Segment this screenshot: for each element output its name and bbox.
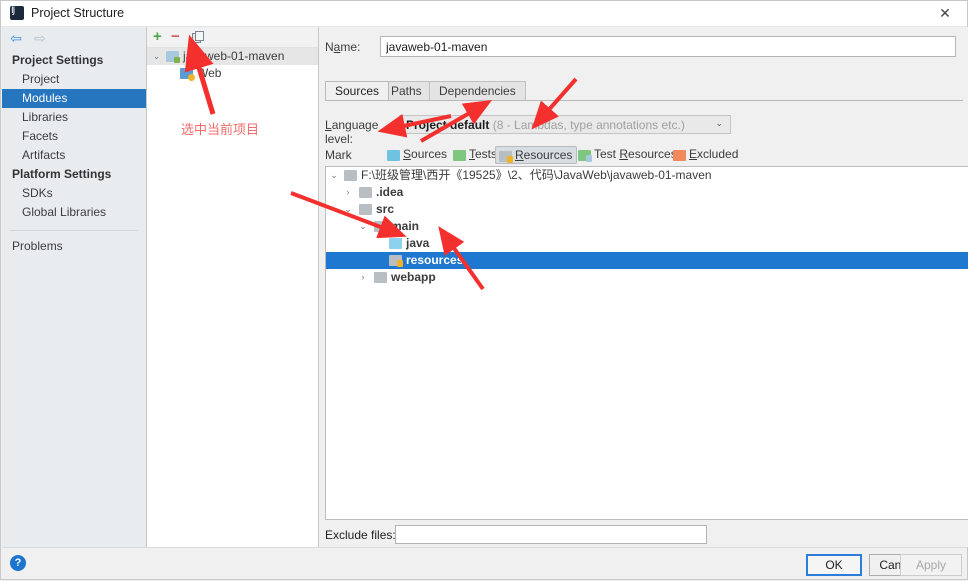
mark-as-resources-label: Resources: [515, 148, 572, 162]
folder-icon: [344, 170, 357, 181]
module-tree-label: javaweb-01-maven: [183, 48, 284, 65]
tree-row-label: webapp: [391, 269, 436, 286]
copy-module-icon[interactable]: [192, 31, 203, 43]
settings-sidebar: ⇦ ⇨ Project Settings Project Modules Lib…: [2, 27, 147, 547]
sidebar-item-facets[interactable]: Facets: [2, 127, 146, 146]
mark-as-excluded-label: Excluded: [689, 147, 738, 161]
sidebar-item-sdks[interactable]: SDKs: [2, 184, 146, 203]
tree-row-label: java: [406, 235, 429, 252]
module-tree-row-javaweb[interactable]: ⌄ javaweb-01-maven: [147, 48, 318, 65]
module-folder-icon: [166, 51, 179, 62]
source-folder-icon: [389, 238, 402, 249]
sidebar-item-global-libraries[interactable]: Global Libraries: [2, 203, 146, 222]
mark-as-tests-button[interactable]: Tests: [450, 146, 501, 164]
tree-row-idea[interactable]: › .idea: [326, 184, 968, 201]
exclude-files-input[interactable]: [395, 525, 707, 544]
mark-as-test-resources-label: Test Resources: [594, 147, 677, 161]
remove-module-icon[interactable]: −: [171, 29, 180, 44]
web-facet-icon: [180, 68, 193, 79]
language-level-select[interactable]: Project default (8 - Lambdas, type annot…: [399, 115, 731, 134]
add-module-icon[interactable]: +: [153, 29, 162, 44]
folder-icon: [374, 272, 387, 283]
tree-row-label: resources: [406, 252, 463, 269]
module-editor-panel: Name: Sources Paths Dependencies Languag…: [320, 27, 968, 547]
sidebar-item-project[interactable]: Project: [2, 70, 146, 89]
language-level-detail: (8 - Lambdas, type annotations etc.): [493, 118, 685, 132]
sidebar-group-project-settings: Project Settings: [2, 51, 146, 70]
chevron-down-icon[interactable]: ⌄: [342, 201, 354, 218]
tree-row-src[interactable]: ⌄ src: [326, 201, 968, 218]
modules-panel: + − ⌄ javaweb-01-maven Web: [147, 27, 319, 547]
module-name-input[interactable]: [380, 36, 956, 57]
ok-button[interactable]: OK: [806, 554, 862, 576]
folder-icon: [359, 204, 372, 215]
folder-icon: [374, 221, 387, 232]
back-arrow-icon[interactable]: ⇦: [8, 32, 24, 46]
chevron-down-icon[interactable]: ⌄: [328, 167, 340, 184]
tree-row-content-root[interactable]: ⌄ F:\班级管理\西开《19525》\2、代码\JavaWeb\javaweb…: [326, 167, 968, 184]
sources-folder-icon: [387, 150, 400, 161]
intellij-icon: [10, 6, 24, 20]
tree-row-webapp[interactable]: › webapp: [326, 269, 968, 286]
excluded-folder-icon: [673, 150, 686, 161]
exclude-files-label: Exclude files:: [325, 528, 396, 542]
help-icon[interactable]: ?: [10, 555, 26, 571]
mark-as-resources-button[interactable]: Resources: [495, 146, 577, 164]
resource-folder-icon: [389, 255, 402, 266]
sidebar-item-modules[interactable]: Modules: [2, 89, 146, 108]
chinese-annotation-note: 选中当前项目: [181, 119, 259, 138]
tree-row-label: main: [391, 218, 419, 235]
tree-row-resources[interactable]: resources: [326, 252, 968, 269]
forward-arrow-icon[interactable]: ⇨: [32, 32, 48, 46]
mark-as-sources-label: Sources: [403, 147, 447, 161]
chevron-down-icon[interactable]: ⌄: [151, 48, 162, 65]
module-tree-row-web[interactable]: Web: [147, 65, 318, 82]
chevron-right-icon[interactable]: ›: [342, 184, 354, 201]
tests-folder-icon: [453, 150, 466, 161]
resources-folder-icon: [499, 151, 512, 162]
project-structure-dialog: Project Structure ✕ ⇦ ⇨ Project Settings…: [0, 0, 968, 580]
apply-button: Apply: [900, 554, 962, 576]
tab-sources[interactable]: Sources: [325, 81, 389, 100]
content-file-tree[interactable]: ⌄ F:\班级管理\西开《19525》\2、代码\JavaWeb\javaweb…: [325, 166, 968, 520]
sidebar-group-platform-settings: Platform Settings: [2, 165, 146, 184]
mark-as-test-resources-button[interactable]: Test Resources: [575, 146, 681, 164]
module-name-row: Name:: [325, 36, 963, 58]
module-tabs: Sources Paths Dependencies: [325, 81, 963, 101]
module-tree-label: Web: [197, 65, 221, 82]
sidebar-item-libraries[interactable]: Libraries: [2, 108, 146, 127]
window-title: Project Structure: [31, 6, 124, 20]
tab-dependencies[interactable]: Dependencies: [429, 81, 526, 100]
sidebar-item-artifacts[interactable]: Artifacts: [2, 146, 146, 165]
tree-row-label: src: [376, 201, 394, 218]
sidebar-nav: ⇦ ⇨: [2, 27, 146, 51]
close-icon[interactable]: ✕: [923, 1, 967, 26]
tree-row-java[interactable]: java: [326, 235, 968, 252]
tree-row-label: .idea: [376, 184, 403, 201]
folder-icon: [359, 187, 372, 198]
mark-as-tests-label: Tests: [469, 147, 497, 161]
chevron-down-icon[interactable]: ⌄: [357, 218, 369, 235]
language-level-value: Project default: [406, 118, 489, 132]
sidebar-divider: [10, 230, 138, 231]
mark-as-sources-button[interactable]: Sources: [384, 146, 451, 164]
tree-row-main[interactable]: ⌄ main: [326, 218, 968, 235]
language-level-label: Language level:: [325, 118, 378, 146]
chevron-down-icon[interactable]: ⌄: [715, 118, 723, 129]
dialog-footer: ? OK Cancel Apply: [2, 547, 967, 579]
name-label: Name:: [325, 40, 360, 54]
tree-row-label: F:\班级管理\西开《19525》\2、代码\JavaWeb\javaweb-0…: [361, 167, 712, 184]
title-bar: Project Structure ✕: [1, 1, 967, 27]
chevron-right-icon[interactable]: ›: [357, 269, 369, 286]
modules-toolbar: + −: [147, 27, 318, 48]
mark-as-excluded-button[interactable]: Excluded: [670, 146, 742, 164]
test-resources-folder-icon: [578, 150, 591, 161]
sidebar-item-problems[interactable]: Problems: [2, 237, 146, 256]
